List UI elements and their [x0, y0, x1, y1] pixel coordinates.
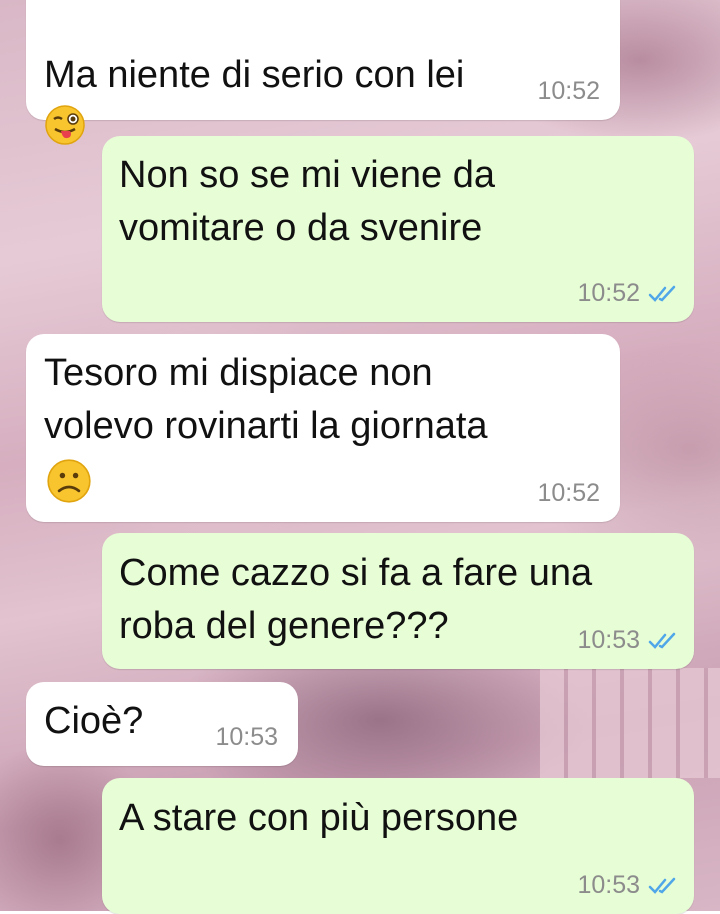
chat-message-list[interactable]: Ma niente di serio con lei 10:52 Non so …: [0, 0, 720, 914]
message-text: Come cazzo si fa a fare una roba del gen…: [119, 552, 593, 647]
read-receipt-icon: [648, 285, 676, 302]
read-receipt-icon: [648, 877, 676, 894]
message-text: Ma niente di serio con lei: [44, 0, 464, 155]
incoming-message[interactable]: Cioè? 10:53: [26, 682, 298, 766]
message-text: Non so se mi viene da vomitare o da sven…: [119, 154, 495, 249]
message-timestamp: 10:53: [215, 723, 278, 751]
message-text-content: Ma niente di serio con lei: [44, 54, 465, 96]
outgoing-message[interactable]: A stare con più persone 10:53: [102, 778, 694, 914]
incoming-message[interactable]: Tesoro mi dispiace non volevo rovinarti …: [26, 334, 620, 522]
message-meta: 10:53: [577, 626, 678, 655]
message-timestamp: 10:52: [537, 479, 600, 507]
winking-tongue-face-icon: [45, 105, 85, 145]
message-timestamp: 10:52: [577, 279, 640, 307]
message-meta: 10:52: [537, 479, 600, 508]
outgoing-message[interactable]: Come cazzo si fa a fare una roba del gen…: [102, 533, 694, 669]
read-receipt-icon: [648, 632, 676, 649]
incoming-message[interactable]: Ma niente di serio con lei 10:52: [26, 0, 620, 145]
message-meta: 10:52: [577, 279, 678, 308]
message-meta: 10:53: [215, 723, 278, 752]
outgoing-message[interactable]: Non so se mi viene da vomitare o da sven…: [102, 136, 694, 322]
message-text: A stare con più persone: [119, 797, 519, 839]
message-meta: 10:53: [577, 871, 678, 900]
frowning-face-icon: [47, 459, 91, 503]
message-timestamp: 10:53: [577, 626, 640, 654]
message-text: Cioè?: [44, 700, 144, 742]
message-timestamp: 10:52: [537, 77, 600, 105]
message-timestamp: 10:53: [577, 871, 640, 899]
message-meta: 10:52: [537, 77, 600, 106]
message-text: Tesoro mi dispiace non volevo rovinarti …: [44, 352, 488, 447]
